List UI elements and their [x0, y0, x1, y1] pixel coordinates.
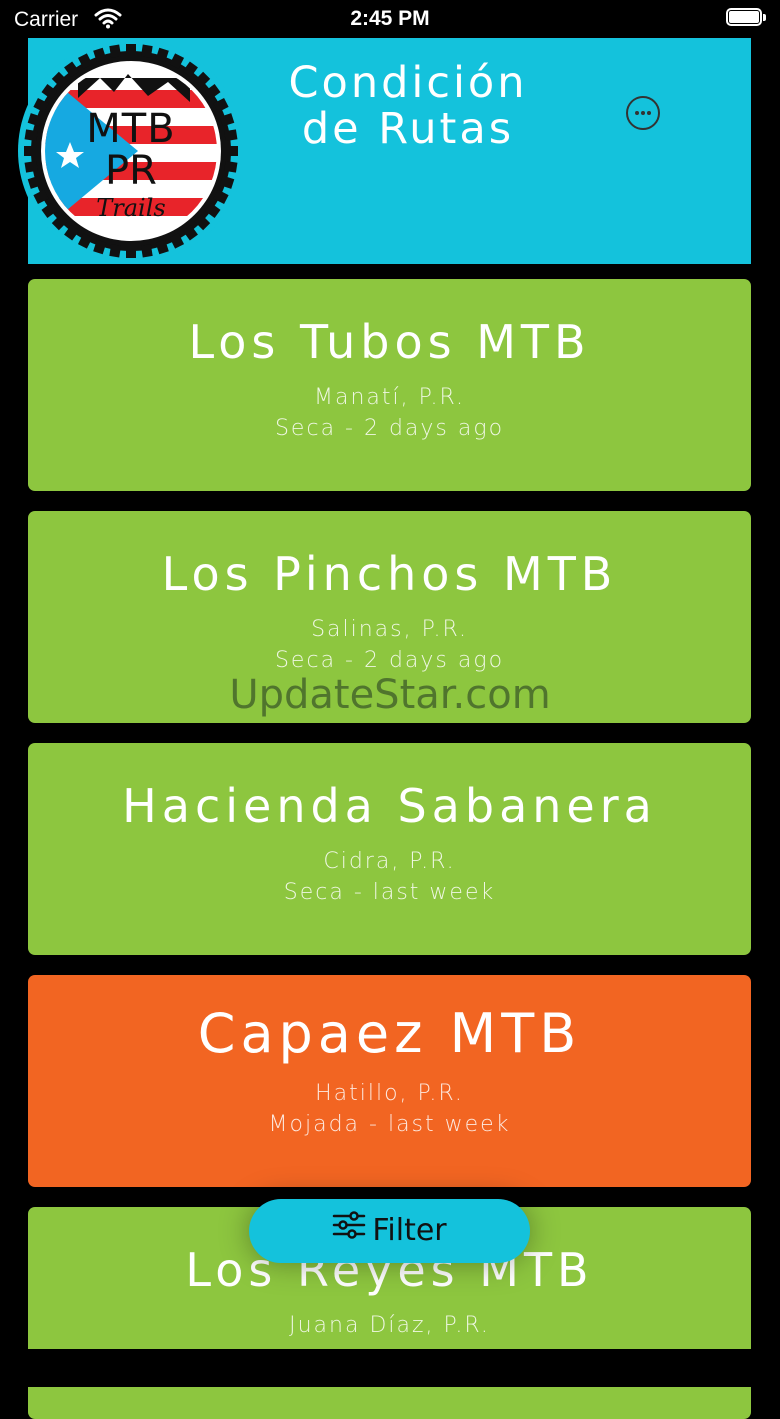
trail-status: Seca - 2 days ago [274, 648, 505, 673]
filter-button[interactable]: Filter [249, 1199, 530, 1263]
trail-name: Capaez MTB [197, 1002, 582, 1065]
logo-text-mtb: MTB [86, 106, 175, 152]
trail-card-capaez[interactable]: Capaez MTB Hatillo, P.R. Mojada - last w… [28, 975, 751, 1187]
trail-name: Hacienda Sabanera [122, 779, 657, 833]
filter-label: Filter [372, 1213, 447, 1248]
page-title: Condición de Rutas [288, 58, 528, 154]
logo-text-trails: Trails [96, 194, 165, 222]
watermark: UpdateStar.com [229, 672, 551, 718]
more-dot-icon [647, 111, 651, 115]
more-dot-icon [635, 111, 639, 115]
trail-status: Seca - last week [283, 880, 496, 905]
more-options-button[interactable] [626, 96, 660, 130]
trail-location: Cidra, P.R. [323, 849, 456, 874]
status-bar: Carrier 2:45 PM [0, 0, 780, 38]
mtb-pr-trails-logo: MTB PR Trails [18, 38, 244, 264]
logo-text-pr: PR [105, 148, 157, 194]
trail-location: Salinas, P.R. [311, 617, 468, 642]
trail-location: Juana Díaz, P.R. [289, 1313, 490, 1338]
sliders-icon [332, 1198, 366, 1262]
trail-card-los-tubos[interactable]: Los Tubos MTB Manatí, P.R. Seca - 2 days… [28, 279, 751, 491]
trail-status: Seca - 2 days ago [274, 416, 505, 441]
trail-location: Hatillo, P.R. [315, 1081, 464, 1106]
clock: 2:45 PM [350, 7, 430, 30]
battery-icon [726, 8, 768, 28]
trail-status: Mojada - last week [268, 1112, 511, 1137]
more-dot-icon [641, 111, 645, 115]
trail-name: Los Tubos MTB [188, 315, 591, 369]
trail-name: Los Pinchos MTB [161, 547, 618, 601]
trail-card-hacienda-sabanera[interactable]: Hacienda Sabanera Cidra, P.R. Seca - las… [28, 743, 751, 955]
bottom-safe-area [0, 1349, 780, 1387]
trail-location: Manatí, P.R. [314, 385, 465, 410]
